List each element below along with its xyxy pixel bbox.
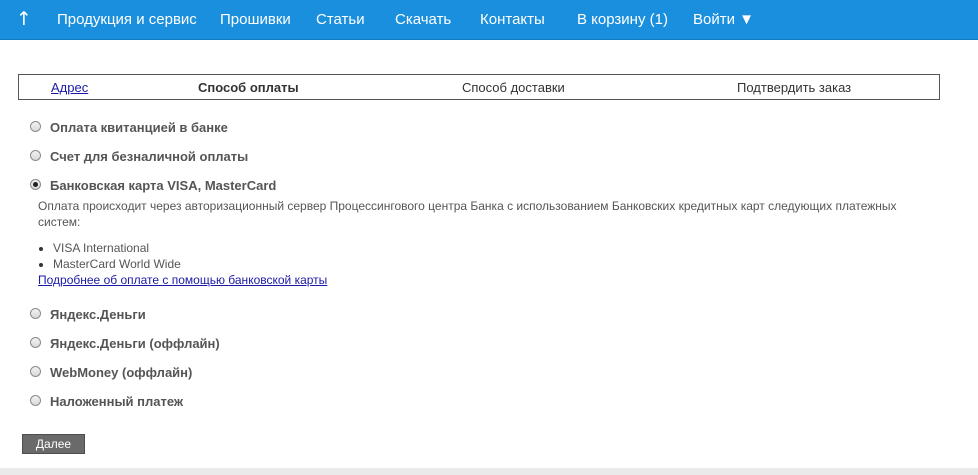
arrow-up-icon[interactable]: ↑	[16, 6, 32, 32]
card-payment-description: Оплата происходит через авторизационный …	[38, 199, 897, 229]
radio-button[interactable]	[30, 150, 41, 161]
radio-button[interactable]	[30, 337, 41, 348]
nav-products[interactable]: Продукция и сервис	[57, 11, 197, 29]
radio-button[interactable]	[30, 308, 41, 319]
radio-button[interactable]	[30, 395, 41, 406]
option-label: Оплата квитанцией в банке	[50, 120, 228, 135]
radio-button-selected[interactable]	[30, 179, 41, 190]
checkout-steps: Адрес Способ оплаты Способ доставки Подт…	[18, 74, 940, 100]
nav-download[interactable]: Скачать	[395, 11, 451, 29]
list-item: MasterCard World Wide	[38, 256, 181, 272]
next-button[interactable]: Далее	[22, 434, 85, 454]
option-label: Наложенный платеж	[50, 394, 184, 409]
nav-contacts[interactable]: Контакты	[480, 11, 545, 29]
radio-button[interactable]	[30, 121, 41, 132]
nav-firmware[interactable]: Прошивки	[220, 11, 291, 29]
step-payment: Способ оплаты	[198, 80, 299, 95]
step-delivery: Способ доставки	[462, 80, 565, 95]
option-label: Яндекс.Деньги (оффлайн)	[50, 336, 220, 351]
nav-articles[interactable]: Статьи	[316, 11, 365, 29]
top-navigation: ↑ Продукция и сервис Прошивки Статьи Ска…	[0, 0, 978, 40]
step-address-link[interactable]: Адрес	[51, 80, 88, 95]
list-item: VISA International	[38, 240, 181, 256]
radio-button[interactable]	[30, 366, 41, 377]
option-label: Яндекс.Деньги	[50, 307, 146, 322]
footer-bar	[0, 468, 978, 475]
option-label: Банковская карта VISA, MasterCard	[50, 178, 277, 193]
nav-login[interactable]: Войти ▼	[693, 11, 754, 29]
card-payment-details-link[interactable]: Подробнее об оплате с помощью банковской…	[38, 273, 327, 288]
step-confirm: Подтвердить заказ	[737, 80, 852, 95]
option-label: WebMoney (оффлайн)	[50, 365, 193, 380]
payment-systems-list: VISA International MasterCard World Wide	[38, 240, 181, 272]
option-label: Счет для безналичной оплаты	[50, 149, 249, 164]
nav-cart[interactable]: В корзину (1)	[577, 11, 668, 29]
